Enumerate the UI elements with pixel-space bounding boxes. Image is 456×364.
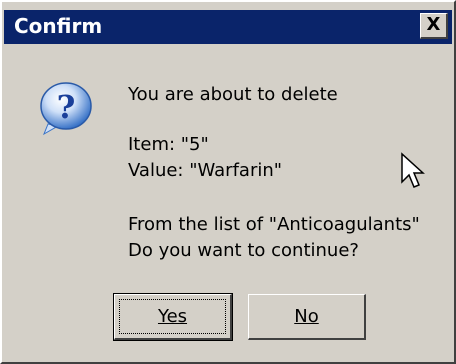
no-button-label: No [294, 305, 319, 327]
question-icon: ? [38, 80, 94, 136]
message-line-item: Item: "5" [128, 134, 209, 155]
svg-text:?: ? [57, 88, 76, 126]
message-line-list: From the list of "Anticoagulants" [128, 214, 420, 235]
title-bar[interactable]: Confirm X [4, 10, 452, 44]
close-icon: X [426, 14, 441, 35]
message-line-value: Value: "Warfarin" [128, 160, 283, 181]
message-line-intro: You are about to delete [128, 84, 338, 105]
close-button[interactable]: X [420, 13, 448, 39]
message-line-question: Do you want to continue? [128, 240, 359, 261]
yes-button[interactable]: Yes [113, 293, 233, 341]
confirm-dialog: Confirm X ? You are about to delete Item… [0, 0, 456, 364]
window-title: Confirm [14, 14, 103, 38]
mouse-cursor-icon [400, 152, 426, 192]
focus-rectangle [119, 299, 226, 334]
no-button[interactable]: No [248, 294, 366, 340]
